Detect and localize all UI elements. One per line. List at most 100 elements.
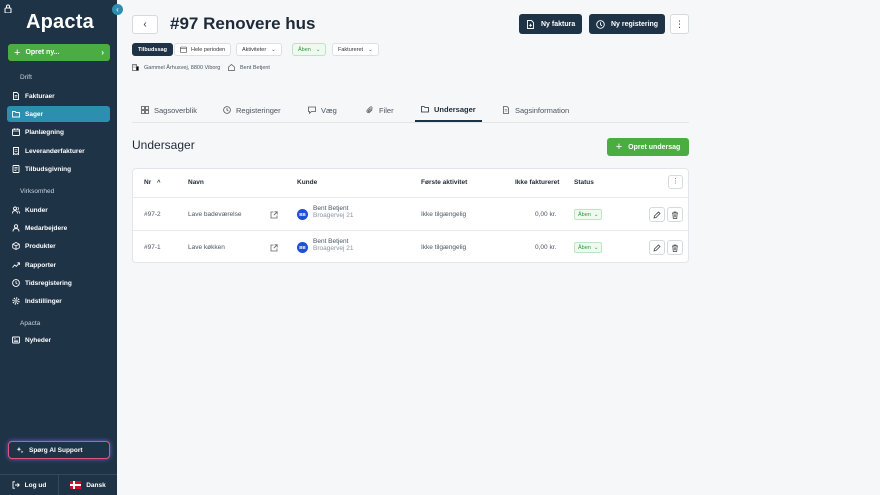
sidebar-item-leverandorfakturer[interactable]: Leverandørfakturer: [7, 143, 110, 159]
back-button[interactable]: ‹: [132, 15, 158, 34]
sidebar-item-label: Produkter: [25, 242, 56, 250]
sidebar-footer: Log ud Dansk: [0, 474, 117, 495]
ai-support-label: Spørg AI Support: [29, 446, 83, 454]
sidebar-item-label: Medarbejdere: [25, 224, 68, 232]
new-registration-button[interactable]: Ny registering: [589, 14, 666, 34]
language-selector[interactable]: Dansk: [59, 475, 117, 495]
chevron-down-icon: ⌄: [271, 46, 276, 53]
status-dropdown[interactable]: Åben ⌄: [574, 209, 603, 220]
invoiced-filter[interactable]: Faktureret ⌄: [332, 43, 379, 56]
open-external-icon[interactable]: [270, 244, 278, 252]
sidebar-item-medarbejdere[interactable]: Medarbejdere: [7, 220, 110, 236]
customer-address: Broagervej 21: [313, 245, 354, 252]
page-title: #97 Renovere hus: [170, 14, 316, 33]
sidebar-item-label: Fakturaer: [25, 92, 55, 100]
app-logo[interactable]: Apacta: [26, 11, 94, 34]
logout-icon: [12, 481, 20, 489]
invoice-add-icon: [527, 19, 534, 29]
gear-icon: [12, 297, 20, 305]
sidebar-section-apacta: Apacta: [20, 320, 41, 327]
column-header-not-invoiced: Ikke faktureret: [515, 179, 560, 186]
sidebar-item-label: Kunder: [25, 206, 48, 214]
sidebar-item-label: Sager: [25, 110, 44, 118]
sidebar-item-tilbudsgivning[interactable]: Tilbudsgivning: [7, 161, 110, 177]
column-header-customer: Kunde: [297, 179, 318, 186]
logout-label: Log ud: [24, 481, 47, 489]
sidebar-item-kunder[interactable]: Kunder: [7, 202, 110, 218]
status-dropdown[interactable]: Åben ⌄: [574, 242, 603, 253]
sidebar-item-planlaegning[interactable]: Planlægning: [7, 124, 110, 140]
column-header-nr[interactable]: Nr ^: [144, 179, 161, 186]
sidebar-item-sager[interactable]: Sager: [7, 106, 110, 122]
box-icon: [12, 242, 20, 250]
sort-asc-icon: ^: [157, 180, 161, 186]
sidebar-item-fakturaer[interactable]: Fakturaer: [7, 88, 110, 104]
tab-sagsoverblik[interactable]: Sagsoverblik: [141, 98, 197, 122]
tab-filer[interactable]: Filer: [366, 98, 394, 122]
tab-undersager[interactable]: Undersager: [415, 98, 482, 122]
trash-icon: [672, 244, 678, 252]
cell-customer: Bent Betjent Broagervej 21: [313, 238, 353, 252]
avatar: BB: [297, 242, 308, 253]
customer-address: Broagervej 21: [313, 212, 354, 219]
sidebar-item-indstillinger[interactable]: Indstillinger: [7, 293, 110, 309]
sidebar-item-produkter[interactable]: Produkter: [7, 238, 110, 254]
sidebar: Apacta + Opret ny... › Drift Fakturaer S…: [0, 0, 117, 495]
column-options-button[interactable]: ⋮: [668, 175, 683, 189]
lock-icon[interactable]: [4, 4, 12, 13]
more-options-button[interactable]: ⋮: [670, 14, 689, 34]
table-row[interactable]: #97-2 Lave badeværelse BB Bent Betjent B…: [133, 197, 688, 230]
collapse-sidebar-icon[interactable]: ‹: [112, 4, 123, 15]
sidebar-item-label: Leverandørfakturer: [25, 147, 85, 155]
period-filter[interactable]: Hele perioden: [174, 43, 232, 56]
sidebar-item-nyheder[interactable]: Nyheder: [7, 332, 110, 348]
calendar-icon: [180, 46, 187, 53]
cell-first-activity: Ikke tilgængelig: [421, 244, 467, 251]
new-invoice-button[interactable]: Ny faktura: [519, 14, 583, 34]
building-icon: [132, 64, 139, 71]
status-filter-label: Åben: [298, 46, 311, 53]
sidebar-item-label: Planlægning: [25, 128, 64, 136]
create-subcase-button[interactable]: + Opret undersag: [607, 138, 689, 156]
new-invoice-label: Ny faktura: [541, 20, 576, 28]
delete-button[interactable]: [667, 207, 683, 222]
cell-name: Lave badeværelse: [188, 211, 242, 218]
address-text: Gammel Århusvej, 8800 Viborg: [144, 64, 221, 71]
edit-button[interactable]: [649, 240, 665, 255]
table-row[interactable]: #97-1 Lave køkken BB Bent Betjent Broage…: [133, 230, 688, 263]
status-filter[interactable]: Åben ⌄: [292, 43, 327, 56]
section-title: Undersager: [132, 138, 195, 152]
tab-label: Væg: [321, 105, 337, 115]
ai-support-button[interactable]: Spørg AI Support: [8, 441, 110, 459]
tab-registeringer[interactable]: Registeringer: [223, 98, 281, 122]
tab-vaeg[interactable]: Væg: [308, 98, 337, 122]
case-customer: Bent Betjent: [228, 64, 270, 71]
employees-icon: [12, 224, 20, 232]
create-new-button[interactable]: + Opret ny... ›: [8, 44, 110, 61]
language-label: Dansk: [86, 481, 106, 489]
tab-label: Registeringer: [236, 105, 281, 115]
paperclip-icon: [366, 106, 373, 114]
clock-icon: [12, 279, 20, 287]
sidebar-item-rapporter[interactable]: Rapporter: [7, 257, 110, 273]
open-external-icon[interactable]: [270, 211, 278, 219]
edit-button[interactable]: [649, 207, 665, 222]
delete-button[interactable]: [667, 240, 683, 255]
chevron-down-icon: ⌄: [593, 211, 599, 218]
sidebar-item-tidsregistering[interactable]: Tidsregistering: [7, 275, 110, 291]
activities-filter[interactable]: Aktiviteter ⌄: [236, 43, 282, 56]
chevron-left-icon: ‹: [143, 19, 147, 30]
create-subcase-label: Opret undersag: [628, 143, 681, 151]
logout-button[interactable]: Log ud: [0, 475, 59, 495]
new-registration-label: Ny registering: [611, 20, 659, 28]
period-filter-label: Hele perioden: [191, 46, 226, 53]
customer-name: Bent Betjent: [313, 205, 349, 212]
chart-line-icon: [12, 262, 20, 268]
chat-icon: [308, 106, 316, 114]
tab-sagsinformation[interactable]: Sagsinformation: [502, 98, 569, 122]
folder-icon: [12, 111, 20, 118]
plus-icon: +: [14, 46, 21, 59]
customer-text: Bent Betjent: [240, 64, 270, 71]
sidebar-item-label: Tidsregistering: [25, 279, 72, 287]
chevron-down-icon: ⌄: [593, 244, 599, 251]
